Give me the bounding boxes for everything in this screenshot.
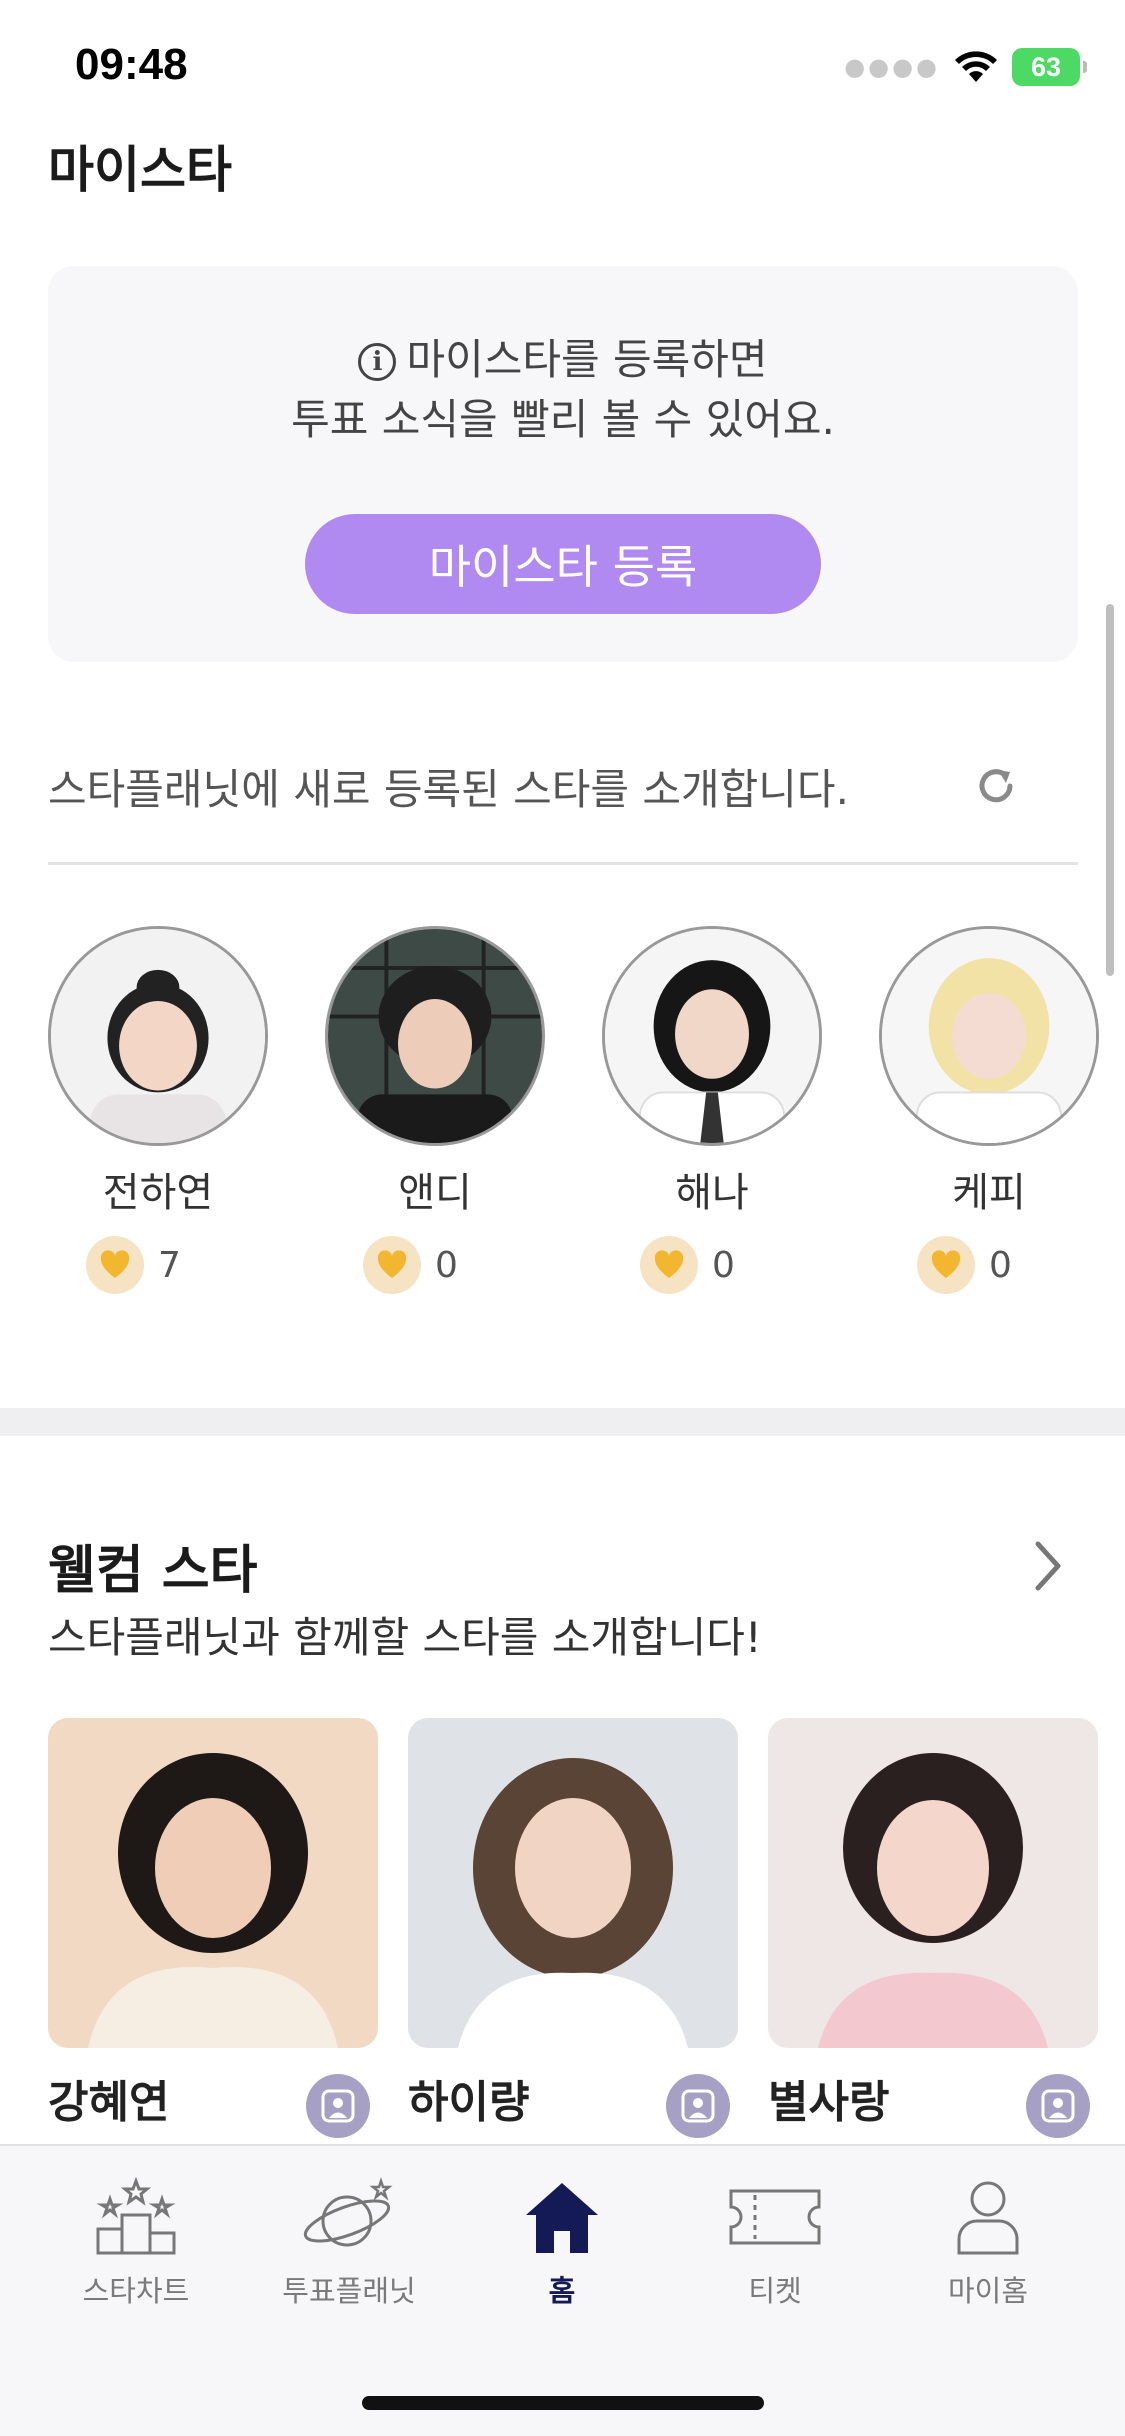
profile-badge-icon[interactable] <box>666 2074 730 2138</box>
tab-home[interactable]: 홈 <box>462 2172 662 2310</box>
info-line1-text: 마이스타를 등록하면 <box>406 335 768 384</box>
info-message-line2: 투표 소식을 빨리 볼 수 있어요. <box>291 395 835 444</box>
star-item[interactable]: 케피 0 <box>879 926 1099 1294</box>
star-name: 전하연 <box>102 1170 214 1216</box>
status-indicators: ●●●● 63 <box>844 48 1087 86</box>
ticket-icon <box>729 2189 821 2245</box>
heart-icon[interactable] <box>363 1236 421 1294</box>
star-name: 해나 <box>675 1170 749 1216</box>
welcome-star-subtitle: 스타플래닛과 함께할 스타를 소개합니다! <box>48 1613 762 1662</box>
star-votes: 0 <box>879 1236 1099 1294</box>
star-votes: 0 <box>325 1236 545 1294</box>
section-divider <box>48 862 1078 865</box>
welcome-star-card[interactable]: 별사랑 <box>768 1718 1098 2138</box>
profile-badge-icon[interactable] <box>1026 2074 1090 2138</box>
refresh-icon[interactable] <box>972 762 1020 810</box>
star-avatar[interactable] <box>48 926 268 1146</box>
wifi-icon <box>955 51 997 82</box>
star-item[interactable]: 앤디 0 <box>325 926 545 1294</box>
heart-icon[interactable] <box>86 1236 144 1294</box>
tab-vote-planet[interactable]: 투표플래닛 <box>249 2172 449 2310</box>
welcome-star-card[interactable]: 하이량 <box>408 1718 738 2138</box>
welcome-star-name: 강혜연 <box>48 2077 170 2128</box>
status-time: 09:48 <box>75 40 188 89</box>
star-item[interactable]: 전하연 7 <box>48 926 268 1294</box>
tab-label: 티켓 <box>748 2274 802 2308</box>
info-message-line1: i 마이스타를 등록하면 <box>48 326 1078 387</box>
tab-label: 투표플래닛 <box>282 2274 416 2308</box>
heart-icon[interactable] <box>640 1236 698 1294</box>
my-star-title: 마이스타 <box>48 141 232 199</box>
tab-my-home[interactable]: 마이홈 <box>888 2172 1088 2310</box>
star-avatar[interactable] <box>602 926 822 1146</box>
tab-ticket[interactable]: 티켓 <box>675 2172 875 2310</box>
tab-label: 홈 <box>548 2274 576 2308</box>
new-stars-intro: 스타플래닛에 새로 등록된 스타를 소개합니다. <box>48 765 849 814</box>
cellular-signal-icon: ●●●● <box>844 53 940 81</box>
vote-count: 0 <box>712 1244 735 1286</box>
status-bar: 09:48 ●●●● 63 <box>0 0 1125 130</box>
welcome-star-photo[interactable] <box>48 1718 378 2048</box>
welcome-star-list: 강혜연 하이량 별사랑 <box>48 1718 1125 2138</box>
register-my-star-button[interactable]: 마이스타 등록 <box>305 514 821 614</box>
heart-icon[interactable] <box>917 1236 975 1294</box>
vote-count: 0 <box>989 1244 1012 1286</box>
scroll-indicator[interactable] <box>1106 604 1114 976</box>
podium-icon <box>96 2177 176 2255</box>
section-separator <box>0 1408 1125 1436</box>
home-indicator[interactable] <box>362 2396 764 2410</box>
tab-label: 마이홈 <box>947 2274 1029 2308</box>
star-avatar[interactable] <box>879 926 1099 1146</box>
battery-indicator: 63 <box>1012 48 1087 86</box>
profile-badge-icon[interactable] <box>306 2074 370 2138</box>
welcome-star-name: 하이량 <box>408 2077 530 2128</box>
welcome-star-title: 웰컴 스타 <box>48 1541 258 1601</box>
bottom-tab-bar: 스타차트 투표플래닛 홈 티켓 마이홈 <box>0 2144 1125 2436</box>
star-votes: 7 <box>48 1236 268 1294</box>
tab-star-chart[interactable]: 스타차트 <box>36 2172 236 2310</box>
welcome-star-name: 별사랑 <box>768 2077 890 2128</box>
star-name: 앤디 <box>398 1170 472 1216</box>
star-votes: 0 <box>602 1236 822 1294</box>
planet-icon <box>303 2177 393 2247</box>
star-avatar[interactable] <box>325 926 545 1146</box>
vote-count: 0 <box>435 1244 458 1286</box>
star-item[interactable]: 해나 0 <box>602 926 822 1294</box>
vote-count: 7 <box>158 1244 181 1286</box>
chevron-right-icon[interactable] <box>1030 1538 1066 1594</box>
welcome-star-photo[interactable] <box>768 1718 1098 2048</box>
person-icon <box>957 2181 1019 2255</box>
welcome-star-photo[interactable] <box>408 1718 738 2048</box>
tab-label: 스타차트 <box>82 2274 190 2308</box>
welcome-star-card[interactable]: 강혜연 <box>48 1718 378 2138</box>
home-icon <box>526 2183 598 2253</box>
star-name: 케피 <box>952 1170 1026 1216</box>
info-icon: i <box>358 343 397 381</box>
new-stars-list: 전하연 7 앤디 0 해나 0 케피 0 <box>48 926 1125 1294</box>
my-star-info-card: i 마이스타를 등록하면 투표 소식을 빨리 볼 수 있어요. 마이스타 등록 <box>48 266 1078 662</box>
